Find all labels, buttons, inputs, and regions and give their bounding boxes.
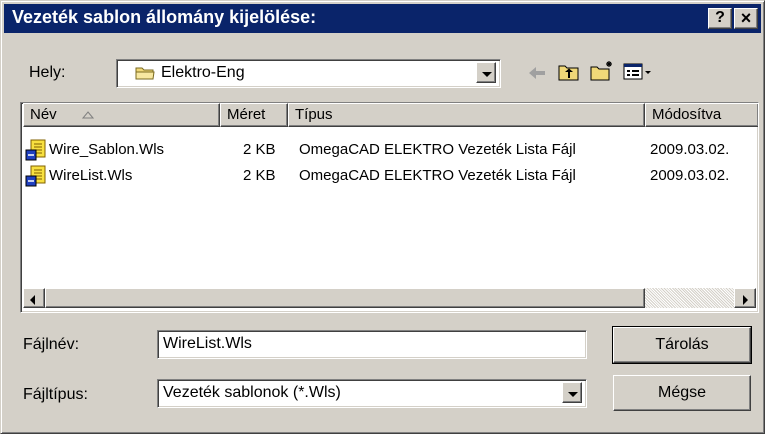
column-label: Név — [30, 106, 57, 123]
column-header-modified[interactable]: Módosítva — [645, 103, 758, 127]
cancel-button[interactable]: Mégse — [613, 375, 751, 411]
file-name: WireList.Wls — [49, 167, 133, 184]
scrollbar-track[interactable] — [645, 288, 734, 308]
view-menu-icon[interactable] — [623, 62, 653, 82]
save-button-label: Tárolás — [655, 336, 709, 353]
folder-icon — [135, 67, 155, 80]
close-button[interactable]: × — [734, 8, 758, 29]
back-arrow-icon[interactable] — [525, 63, 549, 83]
file-size: 2 KB — [243, 141, 276, 158]
location-label: Hely: — [29, 64, 66, 81]
column-header-type[interactable]: Típus — [288, 103, 645, 127]
filetype-value: Vezeték sablonok (*.Wls) — [163, 384, 341, 401]
new-folder-icon[interactable] — [589, 59, 615, 83]
scroll-left-button[interactable] — [23, 288, 45, 308]
location-dropdown-button[interactable] — [476, 62, 496, 83]
file-type: OmegaCAD ELEKTRO Vezeték Lista Fájl — [299, 141, 576, 158]
file-modified: 2009.03.02. — [650, 167, 730, 184]
sort-ascending-icon — [82, 111, 94, 119]
help-button[interactable]: ? — [708, 8, 732, 29]
scrollbar-thumb[interactable] — [45, 288, 645, 308]
cancel-button-label: Mégse — [657, 384, 707, 401]
location-value: Elektro-Eng — [161, 64, 245, 81]
filename-input[interactable]: WireList.Wls — [157, 330, 587, 359]
horizontal-scrollbar[interactable] — [23, 286, 756, 310]
filetype-dropdown-button[interactable] — [562, 382, 582, 403]
column-label: Módosítva — [652, 106, 722, 123]
file-select-dialog: Vezeték sablon állomány kijelölése: ? × … — [0, 0, 765, 434]
filetype-label: Fájltípus: — [23, 386, 88, 403]
wire-list-file-icon — [25, 165, 46, 187]
scroll-right-button[interactable] — [734, 288, 756, 308]
column-header-name[interactable]: Név — [23, 103, 220, 127]
file-row[interactable]: Wire_Sablon.Wls 2 KB OmegaCAD ELEKTRO Ve… — [23, 139, 753, 161]
file-size: 2 KB — [243, 167, 276, 184]
column-header-size[interactable]: Méret — [220, 103, 288, 127]
file-type: OmegaCAD ELEKTRO Vezeték Lista Fájl — [299, 167, 576, 184]
filename-label: Fájlnév: — [23, 336, 80, 353]
filename-value: WireList.Wls — [163, 335, 252, 352]
up-one-level-icon[interactable] — [557, 61, 581, 83]
file-name: Wire_Sablon.Wls — [49, 141, 165, 158]
wire-list-file-icon — [25, 139, 46, 161]
file-modified: 2009.03.02. — [650, 141, 730, 158]
location-combo[interactable]: Elektro-Eng — [116, 59, 501, 88]
save-button[interactable]: Tárolás — [612, 326, 752, 364]
column-label: Méret — [227, 106, 266, 123]
column-label: Típus — [295, 106, 333, 123]
title-bar[interactable]: Vezeték sablon állomány kijelölése: ? × — [4, 4, 761, 33]
file-row[interactable]: WireList.Wls 2 KB OmegaCAD ELEKTRO Vezet… — [23, 165, 753, 187]
file-list-view[interactable]: Név Méret Típus Módosítva Wire_Sablon.Wl… — [20, 102, 759, 313]
filetype-combo[interactable]: Vezeték sablonok (*.Wls) — [157, 379, 587, 408]
window-title: Vezeték sablon állomány kijelölése: — [12, 7, 317, 27]
